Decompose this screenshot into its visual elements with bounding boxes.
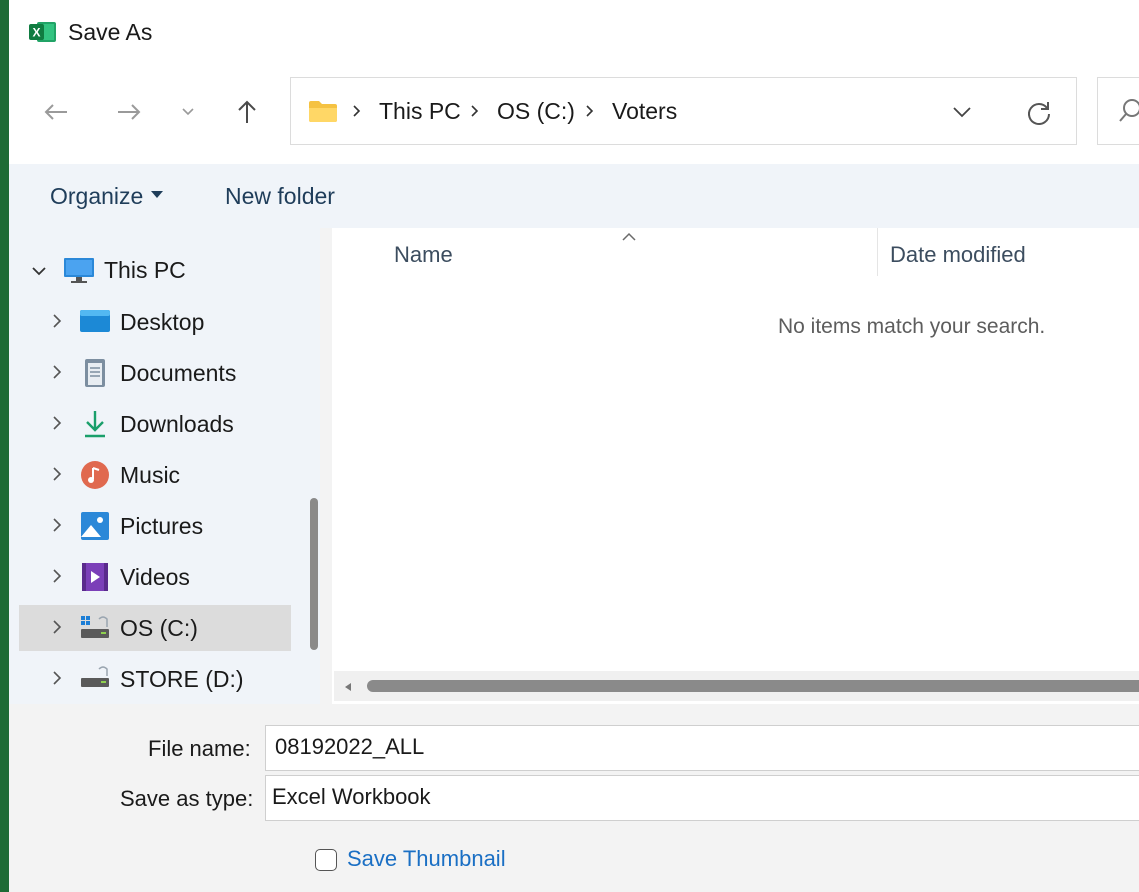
chevron-right-icon	[469, 103, 481, 119]
nav-pane-scrollbar[interactable]	[305, 228, 320, 704]
navigation-pane: This PC Desktop Documents Downloads Musi…	[9, 228, 320, 704]
chevron-down-icon	[951, 106, 973, 123]
tree-label: Pictures	[120, 513, 204, 539]
refresh-button[interactable]	[1025, 99, 1053, 132]
address-dropdown-button[interactable]	[951, 105, 973, 124]
file-list: Name Date modified No items match your s…	[320, 228, 1139, 704]
scrollbar-thumb[interactable]	[367, 680, 1139, 692]
chevron-right-icon[interactable]	[51, 618, 63, 641]
tree-label: Documents	[120, 360, 237, 386]
column-header-date-modified[interactable]: Date modified	[890, 242, 1026, 268]
scrollbar-thumb[interactable]	[310, 498, 318, 650]
file-name-field[interactable]: 08192022_ALL	[265, 725, 1139, 771]
tree-label: Desktop	[120, 309, 205, 335]
chevron-right-icon[interactable]	[51, 516, 63, 539]
arrow-up-icon	[236, 99, 258, 125]
save-thumbnail-checkbox[interactable]	[315, 849, 337, 871]
refresh-icon	[1025, 102, 1053, 131]
address-bar[interactable]: This PC OS (C:) Voters	[290, 77, 1077, 145]
arrow-right-icon	[116, 102, 142, 122]
drive-icon	[79, 664, 109, 694]
up-button[interactable]	[231, 94, 263, 130]
chevron-right-icon[interactable]	[51, 312, 63, 335]
back-button[interactable]	[39, 94, 73, 130]
chevron-right-icon[interactable]	[51, 363, 63, 386]
search-icon	[1118, 98, 1139, 129]
chevron-right-icon	[351, 103, 363, 119]
tree-label: Downloads	[120, 411, 234, 437]
chevron-down-icon	[181, 107, 195, 117]
column-divider[interactable]	[877, 228, 878, 276]
tree-item-downloads[interactable]: Downloads	[19, 401, 291, 447]
tree-item-this-pc[interactable]: This PC	[19, 247, 291, 293]
tree-item-os-c[interactable]: OS (C:)	[19, 605, 291, 651]
window-title: Save As	[68, 19, 153, 45]
tree-label: OS (C:)	[120, 615, 198, 641]
breadcrumb-voters[interactable]: Voters	[612, 98, 677, 125]
folder-icon	[308, 99, 338, 123]
tree-item-music[interactable]: Music	[19, 452, 291, 498]
horizontal-scrollbar[interactable]	[334, 671, 1139, 701]
breadcrumb-this-pc[interactable]: This PC	[379, 98, 461, 125]
forward-button[interactable]	[112, 94, 146, 130]
tree-item-documents[interactable]: Documents	[19, 350, 291, 396]
svg-text:X: X	[33, 26, 41, 40]
documents-icon	[79, 358, 109, 388]
tree-label: Videos	[120, 564, 190, 590]
videos-icon	[79, 562, 109, 592]
chevron-right-icon[interactable]	[51, 414, 63, 437]
tree-item-store-d[interactable]: STORE (D:)	[19, 656, 291, 702]
pictures-icon	[79, 511, 109, 541]
windows-drive-icon	[79, 613, 109, 643]
chevron-right-icon[interactable]	[51, 567, 63, 590]
monitor-icon	[63, 255, 94, 285]
arrow-left-icon	[43, 102, 69, 122]
save-form: File name: 08192022_ALL Save as type: Ex…	[9, 704, 1139, 892]
window-edge	[0, 0, 9, 892]
tree-label: STORE (D:)	[120, 666, 244, 692]
scroll-left-icon[interactable]	[342, 680, 354, 698]
command-toolbar: Organize New folder	[9, 164, 1139, 228]
save-type-select[interactable]: Excel Workbook	[265, 775, 1139, 821]
excel-icon: X	[29, 21, 57, 43]
caret-down-icon	[151, 191, 164, 199]
music-icon	[79, 460, 109, 490]
tree-label: This PC	[104, 257, 186, 283]
empty-message: No items match your search.	[778, 315, 1046, 338]
title-bar: X Save As	[9, 0, 1139, 64]
chevron-right-icon[interactable]	[51, 669, 63, 692]
breadcrumb-os-c[interactable]: OS (C:)	[497, 98, 575, 125]
tree-item-videos[interactable]: Videos	[19, 554, 291, 600]
tree-item-pictures[interactable]: Pictures	[19, 503, 291, 549]
pane-divider[interactable]	[320, 228, 332, 704]
new-folder-button[interactable]: New folder	[225, 183, 335, 210]
file-name-label: File name:	[148, 736, 251, 761]
navigation-bar: This PC OS (C:) Voters	[9, 64, 1139, 164]
chevron-right-icon	[584, 103, 596, 119]
chevron-right-icon[interactable]	[51, 465, 63, 488]
sort-up-icon	[620, 230, 638, 248]
chevron-down-icon[interactable]	[31, 264, 47, 282]
tree-item-desktop[interactable]: Desktop	[19, 299, 291, 345]
organize-button[interactable]: Organize	[50, 183, 164, 210]
desktop-icon	[79, 307, 110, 337]
save-thumbnail-label[interactable]: Save Thumbnail	[347, 846, 506, 872]
tree-label: Music	[120, 462, 181, 488]
download-icon	[79, 409, 109, 439]
search-input[interactable]	[1097, 77, 1139, 145]
column-header-name[interactable]: Name	[394, 242, 453, 268]
save-type-label: Save as type:	[120, 786, 254, 811]
recent-locations-button[interactable]	[177, 94, 199, 130]
organize-label: Organize	[50, 183, 144, 209]
